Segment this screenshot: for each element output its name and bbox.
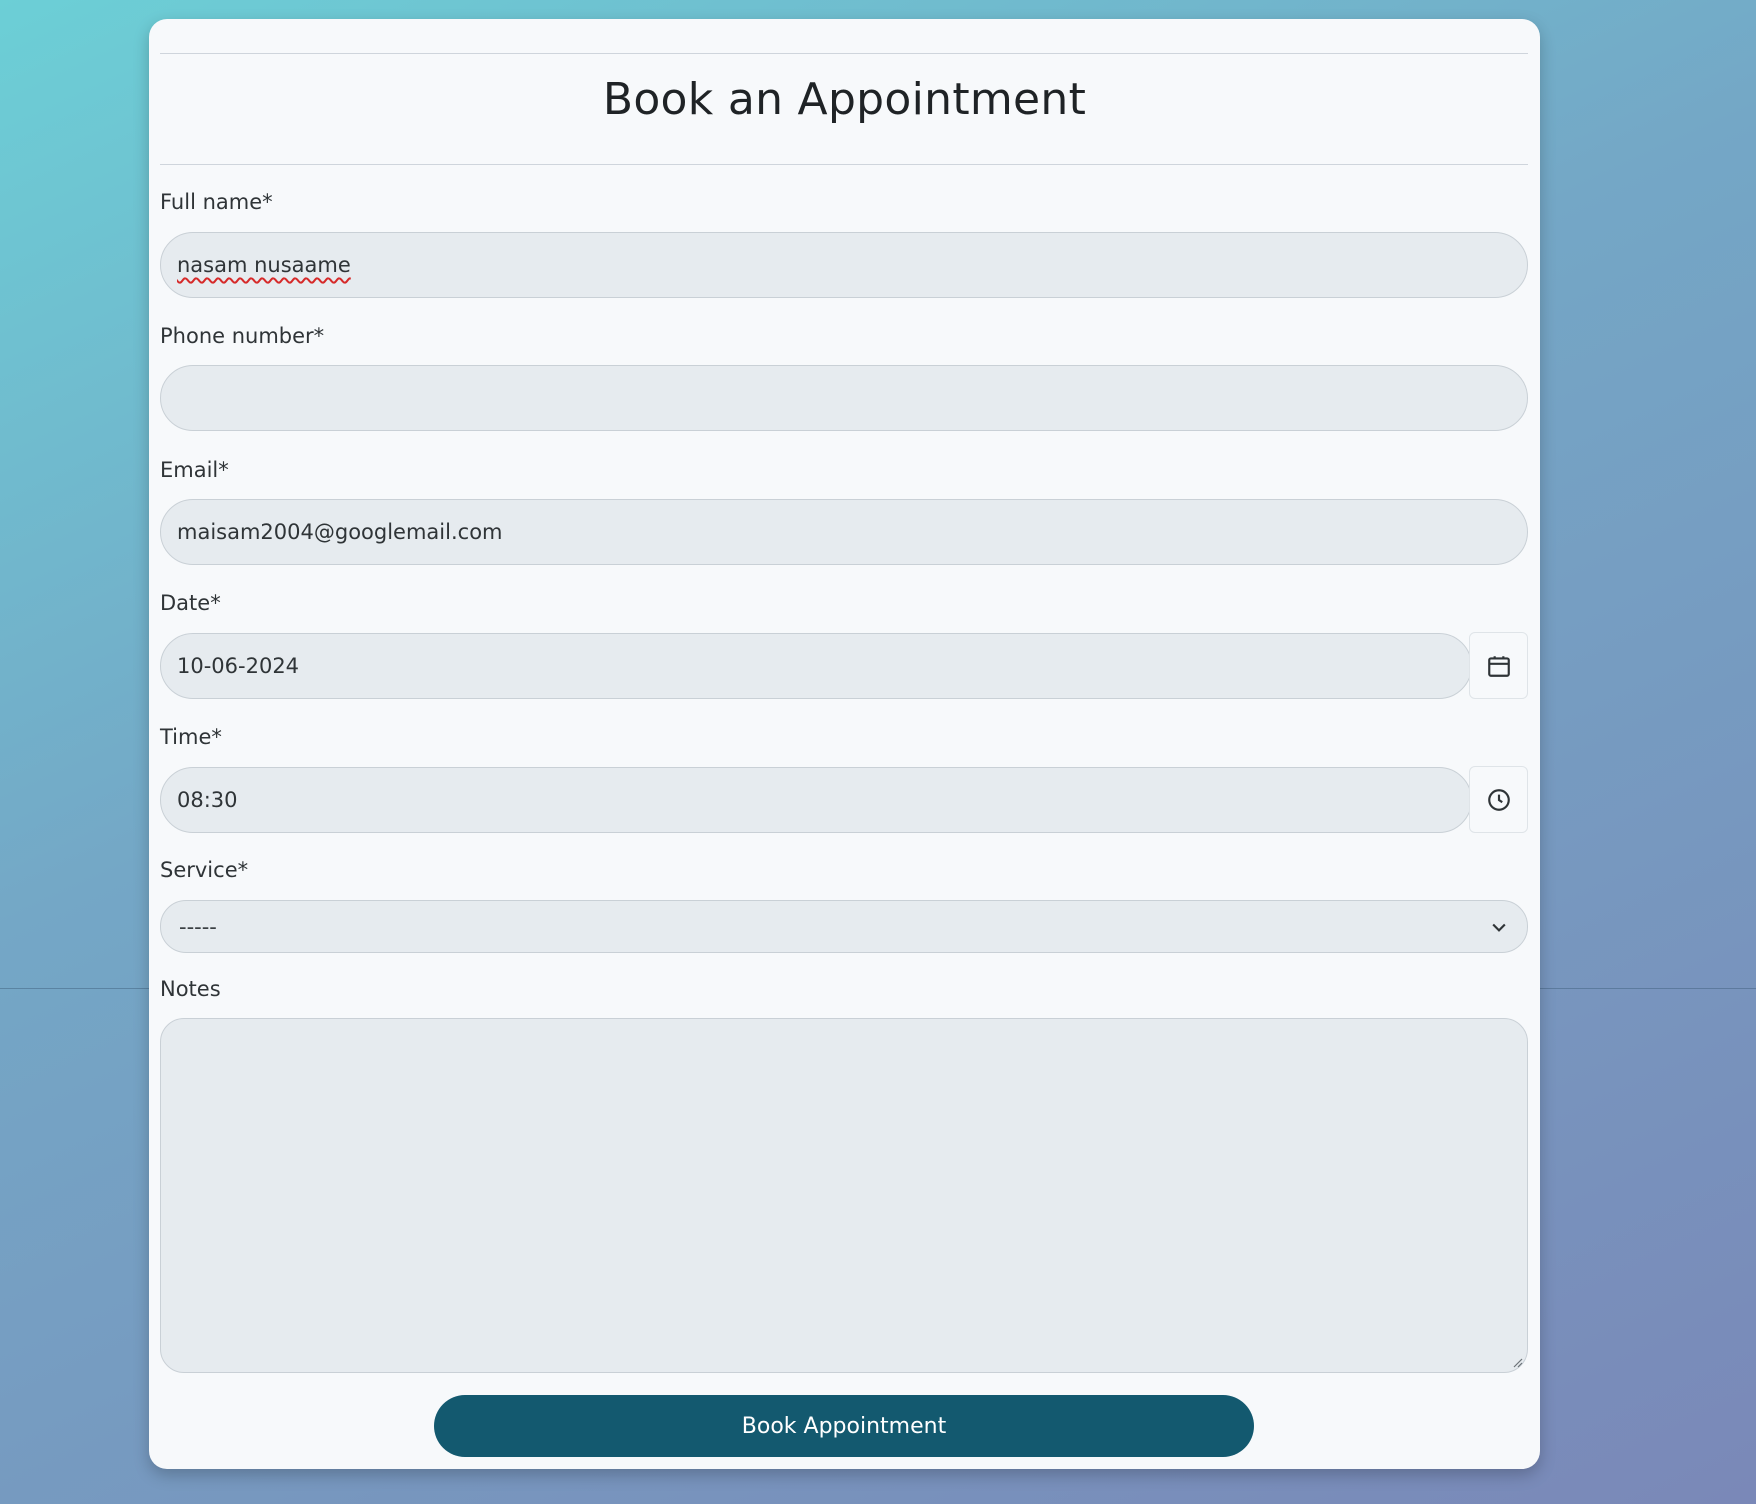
- page-title: Book an Appointment: [602, 74, 1087, 125]
- title-divider: [160, 164, 1528, 165]
- email-label: Email*: [160, 458, 229, 482]
- service-selected-value: -----: [179, 914, 217, 939]
- top-divider: [160, 53, 1528, 54]
- notes-textarea[interactable]: [160, 1018, 1528, 1373]
- phone-label: Phone number*: [160, 324, 325, 348]
- time-picker-button[interactable]: [1469, 766, 1528, 833]
- service-select[interactable]: -----: [160, 900, 1528, 953]
- full-name-field[interactable]: nasam nusaame: [160, 232, 1528, 298]
- date-value: 10-06-2024: [177, 654, 300, 678]
- email-value: maisam2004@googlemail.com: [177, 520, 503, 544]
- book-appointment-button[interactable]: Book Appointment: [434, 1395, 1254, 1457]
- time-label: Time*: [160, 725, 222, 749]
- clock-icon: [1487, 788, 1510, 811]
- chevron-down-icon: [1492, 923, 1506, 932]
- appointment-form-card: Book an Appointment Full name* nasam nus…: [149, 19, 1540, 1469]
- calendar-icon: [1487, 655, 1510, 677]
- time-value: 08:30: [177, 788, 238, 812]
- date-label: Date*: [160, 591, 221, 615]
- date-picker-button[interactable]: [1469, 632, 1528, 699]
- full-name-label: Full name*: [160, 190, 273, 214]
- phone-field[interactable]: [160, 365, 1528, 431]
- service-label: Service*: [160, 858, 249, 882]
- notes-label: Notes: [160, 977, 221, 1001]
- time-field[interactable]: 08:30: [160, 767, 1472, 833]
- date-field[interactable]: 10-06-2024: [160, 633, 1472, 699]
- email-field[interactable]: maisam2004@googlemail.com: [160, 499, 1528, 565]
- resize-grip-icon[interactable]: [1511, 1356, 1523, 1368]
- full-name-value: nasam nusaame: [177, 253, 351, 277]
